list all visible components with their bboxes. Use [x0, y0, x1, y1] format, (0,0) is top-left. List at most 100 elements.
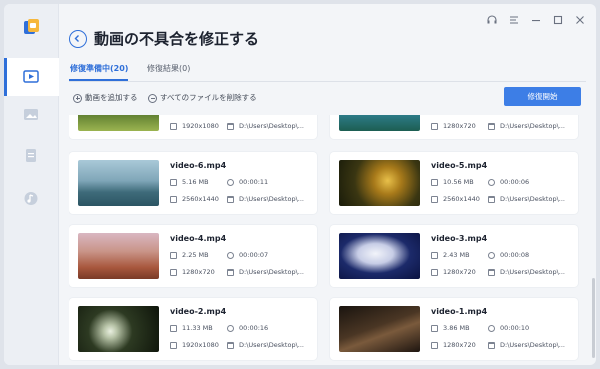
- folder-icon: [227, 122, 234, 130]
- resolution-icon: [431, 341, 438, 349]
- tab-pending[interactable]: 修復準備中(20): [70, 62, 128, 76]
- video-card[interactable]: video-5.mp4 10.56 MB 00:00:06 2560x1440 …: [330, 152, 578, 214]
- scrollbar-thumb[interactable]: [592, 278, 595, 358]
- window-controls: [486, 10, 586, 25]
- resolution-icon: [170, 122, 177, 130]
- tab-results[interactable]: 修復結果(0): [147, 62, 190, 76]
- video-size: 11.33 MB: [170, 323, 213, 333]
- video-path: D:\Users\Desktop\...: [488, 121, 565, 131]
- video-thumbnail: [78, 306, 159, 352]
- video-path: D:\Users\Desktop\...: [488, 267, 565, 277]
- add-video-button[interactable]: 動画を追加する: [73, 92, 138, 104]
- video-card[interactable]: video-2.mp4 11.33 MB 00:00:16 1920x1080 …: [69, 298, 317, 360]
- folder-icon: [227, 195, 234, 203]
- clock-icon: [488, 178, 495, 186]
- video-size: 5.16 MB: [170, 177, 209, 187]
- video-resolution: 2560x1440: [170, 194, 219, 204]
- file-repair-icon: [26, 149, 36, 162]
- video-path: D:\Users\Desktop\...: [227, 267, 304, 277]
- video-card[interactable]: 1280x720 D:\Users\Desktop\...: [330, 115, 578, 139]
- audio-repair-icon: [24, 192, 38, 205]
- plus-circle-icon: [73, 93, 82, 103]
- minimize-icon[interactable]: [530, 11, 542, 23]
- sidebar-item-audio-repair[interactable]: [4, 180, 59, 218]
- video-filename: video-1.mp4: [431, 307, 488, 316]
- video-size: 2.25 MB: [170, 250, 209, 260]
- video-thumbnail: [339, 115, 420, 131]
- clock-icon: [227, 251, 234, 259]
- app-logo: [23, 18, 40, 35]
- chevron-left-icon: [74, 35, 79, 42]
- video-thumbnail: [78, 115, 159, 131]
- video-duration: 00:00:11: [227, 177, 268, 187]
- video-resolution: 1280x720: [431, 267, 476, 277]
- clock-icon: [488, 251, 495, 259]
- video-filename: video-6.mp4: [170, 161, 227, 170]
- folder-icon: [488, 268, 495, 276]
- sidebar-item-file-repair[interactable]: [4, 137, 59, 175]
- video-thumbnail: [78, 233, 159, 279]
- photo-repair-icon: [24, 109, 38, 120]
- folder-icon: [227, 268, 234, 276]
- resolution-icon: [170, 195, 177, 203]
- folder-icon: [488, 195, 495, 203]
- menu-icon[interactable]: [508, 11, 520, 24]
- minus-circle-icon: [148, 93, 157, 103]
- video-size: 3.86 MB: [431, 323, 470, 333]
- video-thumbnail: [339, 233, 420, 279]
- video-card[interactable]: video-6.mp4 5.16 MB 00:00:11 2560x1440 D…: [69, 152, 317, 214]
- video-card[interactable]: video-3.mp4 2.43 MB 00:00:08 1280x720 D:…: [330, 225, 578, 287]
- main-panel: 動画の不具合を修正する 修復準備中(20) 修復結果(0) 動画を追加する すべ…: [59, 4, 596, 365]
- video-resolution: 1280x720: [170, 267, 215, 277]
- maximize-icon[interactable]: [552, 11, 564, 25]
- video-path: D:\Users\Desktop\...: [227, 194, 304, 204]
- video-filename: video-5.mp4: [431, 161, 488, 170]
- video-size: 10.56 MB: [431, 177, 474, 187]
- video-filename: video-3.mp4: [431, 234, 488, 243]
- video-thumbnail: [78, 160, 159, 206]
- active-tab-indicator: [69, 79, 128, 81]
- video-card[interactable]: video-4.mp4 2.25 MB 00:00:07 1280x720 D:…: [69, 225, 317, 287]
- file-size-icon: [170, 324, 177, 332]
- resolution-icon: [431, 268, 438, 276]
- video-resolution: 1280x720: [431, 121, 476, 131]
- resolution-icon: [431, 122, 438, 130]
- sidebar-item-photo-repair[interactable]: [4, 96, 59, 134]
- video-filename: video-2.mp4: [170, 307, 227, 316]
- folder-icon: [488, 122, 495, 130]
- back-button[interactable]: [69, 30, 87, 48]
- folder-icon: [227, 341, 234, 349]
- video-list: 1920x1080 D:\Users\Desktop\... 1280x720 …: [69, 115, 588, 365]
- clock-icon: [227, 324, 234, 332]
- video-size: 2.43 MB: [431, 250, 470, 260]
- tab-bar: 修復準備中(20) 修復結果(0): [69, 58, 586, 82]
- app-window: 動画の不具合を修正する 修復準備中(20) 修復結果(0) 動画を追加する すべ…: [4, 4, 596, 365]
- video-duration: 00:00:06: [488, 177, 529, 187]
- list-scrollbar[interactable]: [592, 115, 595, 363]
- video-resolution: 1920x1080: [170, 340, 219, 350]
- video-filename: video-4.mp4: [170, 234, 227, 243]
- file-size-icon: [170, 251, 177, 259]
- clock-icon: [488, 324, 495, 332]
- video-path: D:\Users\Desktop\...: [227, 121, 304, 131]
- video-thumbnail: [339, 160, 420, 206]
- video-card[interactable]: video-1.mp4 3.86 MB 00:00:10 1280x720 D:…: [330, 298, 578, 360]
- support-headset-icon[interactable]: [486, 11, 498, 24]
- resolution-icon: [431, 195, 438, 203]
- video-resolution: 1920x1080: [170, 121, 219, 131]
- close-icon[interactable]: [574, 11, 586, 24]
- video-path: D:\Users\Desktop\...: [488, 194, 565, 204]
- file-size-icon: [431, 251, 438, 259]
- video-duration: 00:00:10: [488, 323, 529, 333]
- file-size-icon: [431, 324, 438, 332]
- video-duration: 00:00:07: [227, 250, 268, 260]
- video-resolution: 1280x720: [431, 340, 476, 350]
- video-duration: 00:00:08: [488, 250, 529, 260]
- start-repair-button[interactable]: 修復開始: [504, 87, 581, 106]
- sidebar-item-video-repair[interactable]: [4, 58, 59, 96]
- delete-all-label: すべてのファイルを削除する: [160, 93, 257, 102]
- file-size-icon: [431, 178, 438, 186]
- delete-all-files-button[interactable]: すべてのファイルを削除する: [148, 92, 257, 104]
- video-card[interactable]: 1920x1080 D:\Users\Desktop\...: [69, 115, 317, 139]
- resolution-icon: [170, 268, 177, 276]
